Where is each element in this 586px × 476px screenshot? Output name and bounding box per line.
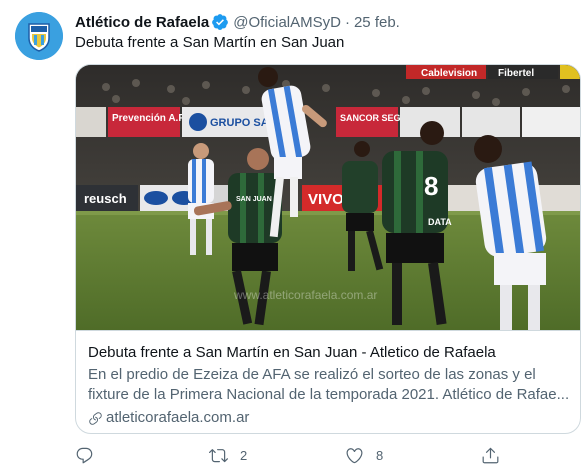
separator-dot: · bbox=[344, 13, 350, 31]
author-name[interactable]: Atlético de Rafaela bbox=[75, 14, 209, 31]
share-icon bbox=[482, 447, 499, 464]
club-crest-icon bbox=[15, 12, 63, 60]
link-icon bbox=[89, 411, 102, 425]
card-domain-row[interactable]: atleticorafaela.com.ar bbox=[88, 408, 574, 428]
card-description: En el predio de Ezeiza de AFA se realizó… bbox=[88, 366, 570, 403]
like-count: 8 bbox=[376, 448, 384, 463]
jersey-text-number: 8 bbox=[424, 171, 438, 201]
action-bar: 2 8 bbox=[75, 446, 555, 470]
retweet-count: 2 bbox=[240, 448, 248, 463]
retweet-icon bbox=[209, 449, 228, 463]
card-divider bbox=[76, 330, 580, 331]
banner-fibertel: Fibertel bbox=[498, 68, 534, 79]
reply-icon bbox=[76, 447, 93, 464]
share-button[interactable] bbox=[481, 446, 512, 465]
card-title: Debuta frente a San Martín en San Juan -… bbox=[88, 344, 496, 361]
like-icon bbox=[346, 448, 363, 464]
verified-badge-icon bbox=[212, 14, 229, 30]
tweet[interactable]: Atlético de Rafaela @OficialAMSyD · 25 f… bbox=[0, 0, 586, 476]
tweet-header: Atlético de Rafaela @OficialAMSyD · 25 f… bbox=[75, 12, 400, 32]
avatar[interactable] bbox=[15, 12, 63, 60]
jersey-text-san-juan: SAN JUAN bbox=[236, 196, 272, 203]
link-card[interactable]: Cablevision Fibertel Prevención A.R.T. G… bbox=[75, 64, 581, 434]
banner-reusch: reusch bbox=[84, 191, 127, 206]
tweet-text: Debuta frente a San Martín en San Juan bbox=[75, 34, 345, 51]
card-domain: atleticorafaela.com.ar bbox=[106, 409, 250, 426]
card-image[interactable]: Cablevision Fibertel Prevención A.R.T. G… bbox=[76, 65, 580, 330]
card-body[interactable]: Debuta frente a San Martín en San Juan -… bbox=[88, 343, 574, 428]
banner-cablevision: Cablevision bbox=[421, 68, 477, 79]
retweet-button[interactable]: 2 bbox=[209, 446, 247, 465]
like-button[interactable]: 8 bbox=[345, 446, 383, 465]
jersey-text-sponsor: DATA bbox=[428, 217, 452, 227]
tweet-date[interactable]: 25 feb. bbox=[354, 14, 400, 31]
banner-vivo: VIVO bbox=[308, 191, 344, 208]
image-watermark: www.atleticorafaela.com.ar bbox=[233, 288, 377, 302]
author-handle[interactable]: @OficialAMSyD bbox=[233, 14, 341, 31]
reply-button[interactable] bbox=[75, 446, 106, 465]
